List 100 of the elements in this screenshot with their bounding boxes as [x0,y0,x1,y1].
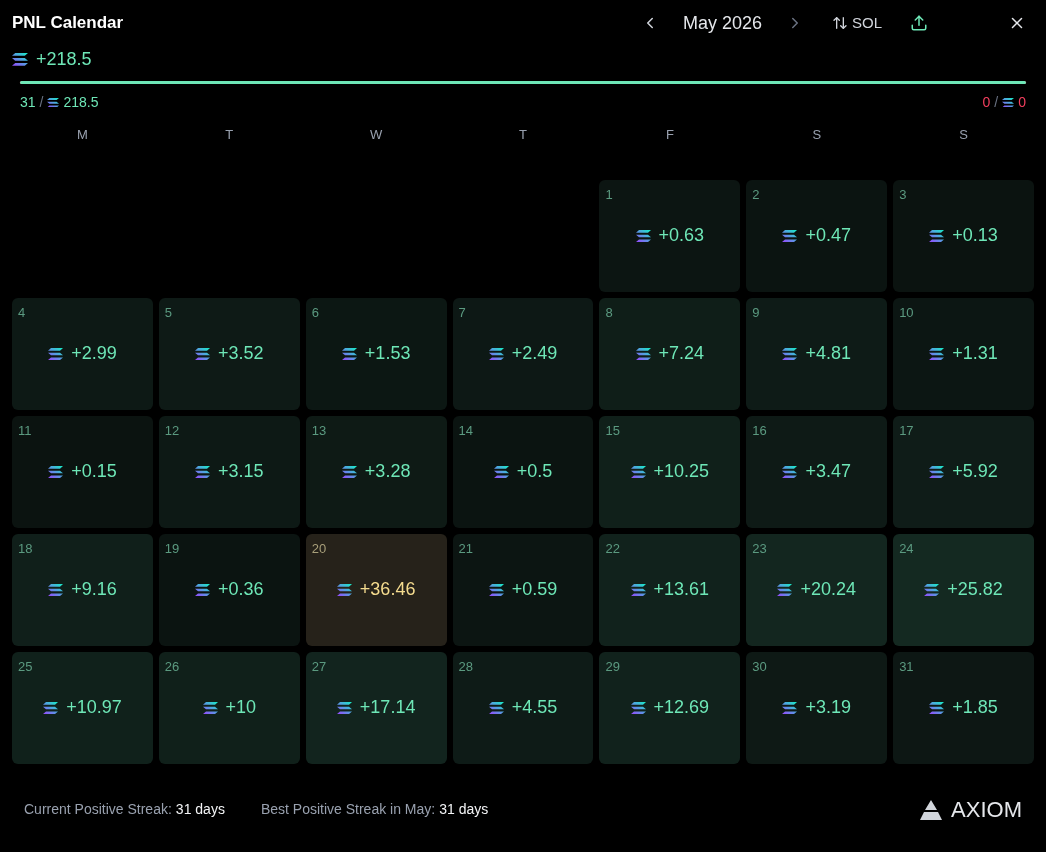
day-cell[interactable]: 23 +20.24 [746,533,888,646]
day-cell[interactable]: 20 +36.46 [305,533,447,646]
day-cell[interactable]: 26 +10 [158,651,300,764]
day-pnl: +0.13 [952,224,998,247]
day-cell[interactable]: 28 +4.55 [452,651,594,764]
day-pnl: +1.53 [364,342,411,365]
day-number: 31 [899,657,914,676]
streak-value: 31 days [439,800,489,819]
day-pnl: +0.5 [516,460,553,483]
currency-toggle[interactable]: SOL [832,11,882,35]
day-cell[interactable]: 2 +0.47 [746,179,888,292]
day-pnl: +0.63 [658,224,705,247]
day-number: 8 [605,303,613,322]
day-cell[interactable]: 3 +0.13 [893,179,1034,292]
day-cell[interactable]: 10 +1.31 [893,297,1034,410]
solana-icon [195,465,210,478]
day-cell[interactable]: 7 +2.49 [452,297,594,410]
day-cell[interactable]: 6 +1.53 [305,297,447,410]
day-number: 5 [164,303,173,322]
solana-icon [488,701,504,714]
solana-icon [48,583,64,596]
solana-icon [341,465,357,478]
day-pnl: +9.16 [71,578,117,601]
day-number: 15 [605,421,620,440]
window-title: PNL Calendar [12,12,124,35]
solana-icon [202,701,218,714]
weekday-label: M [76,126,89,144]
day-number: 9 [752,303,760,322]
solana-icon [630,583,646,596]
solana-icon [493,465,509,478]
solana-icon [635,347,651,360]
swap-arrows-icon[interactable] [832,15,848,31]
day-number: 21 [458,539,474,558]
day-cell[interactable]: 8 +7.24 [599,297,741,410]
solana-icon [336,583,352,596]
day-pnl: +3.47 [805,460,851,483]
day-pnl: +7.24 [658,342,705,365]
day-cell[interactable]: 14 +0.5 [452,415,594,528]
day-pnl: +0.59 [511,578,558,601]
day-number: 2 [752,185,760,204]
day-cell[interactable]: 5 +3.52 [158,297,300,410]
day-number: 6 [311,303,319,322]
day-cell[interactable]: 12 +3.15 [158,415,300,528]
weekday-label: W [369,126,384,144]
day-number: 30 [752,657,767,676]
day-cell[interactable]: 22 +13.61 [599,533,741,646]
day-cell[interactable]: 25 +10.97 [12,651,153,764]
day-cell[interactable]: 30 +3.19 [746,651,888,764]
day-number: 12 [164,421,180,440]
day-pnl: +36.46 [359,578,416,601]
day-cell[interactable]: 17 +5.92 [893,415,1034,528]
solana-icon [782,229,798,242]
day-pnl: +10 [225,696,257,719]
day-number: 19 [164,539,180,558]
day-cell[interactable]: 9 +4.81 [746,297,888,410]
day-cell[interactable]: 13 +3.28 [305,415,447,528]
day-cell[interactable]: 31 +1.85 [893,651,1034,764]
negative-days: 0 [982,92,991,113]
solana-icon [47,97,60,108]
day-cell[interactable]: 24 +25.82 [893,533,1034,646]
day-number: 3 [899,185,907,204]
day-pnl: +20.24 [800,578,856,601]
day-pnl: +0.36 [218,578,264,601]
day-number: 29 [605,657,620,676]
solana-icon [777,583,793,596]
solana-icon [782,465,798,478]
day-cell[interactable]: 1 +0.63 [599,179,741,292]
day-number: 27 [311,657,327,676]
day-pnl: +5.92 [952,460,998,483]
day-pnl: +0.47 [805,224,851,247]
day-number: 18 [18,539,33,558]
day-cell[interactable]: 19 +0.36 [158,533,300,646]
day-cell[interactable]: 18 +9.16 [12,533,153,646]
solana-icon [336,701,352,714]
day-pnl: +3.19 [805,696,851,719]
day-cell[interactable]: 27 +17.14 [305,651,447,764]
day-cell[interactable]: 4 +2.99 [12,297,153,410]
day-pnl: +3.52 [218,342,264,365]
day-pnl: +2.99 [71,342,117,365]
negative-total: 0 [1018,93,1026,112]
day-number: 16 [752,421,767,440]
day-pnl: +4.55 [511,696,558,719]
day-cell[interactable]: 15 +10.25 [599,415,741,528]
day-cell[interactable]: 21 +0.59 [452,533,594,646]
weekday-label: T [224,126,235,144]
total-pnl: +218.5 [36,48,92,71]
day-pnl: +17.14 [359,696,416,719]
day-cell[interactable]: 11 +0.15 [12,415,153,528]
weekday-label: T [518,126,528,144]
day-number: 22 [605,539,620,558]
month-label: May 2026 [682,11,762,35]
day-cell[interactable]: 16 +3.47 [746,415,888,528]
day-number: 4 [18,303,26,322]
weekday-label: F [664,126,675,144]
solana-icon [195,347,210,360]
day-pnl: +0.15 [71,460,117,483]
solana-icon [12,53,28,66]
solana-icon [341,347,357,360]
upload-button[interactable] [910,14,928,32]
day-cell[interactable]: 29 +12.69 [599,651,741,764]
